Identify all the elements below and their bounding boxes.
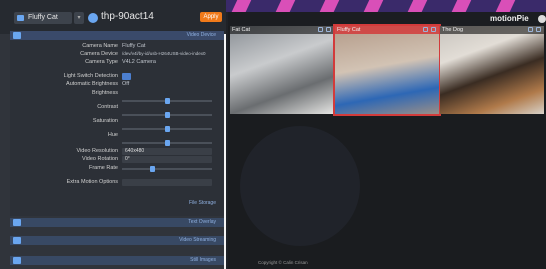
text-icon [13,219,21,226]
field-label: Camera Name [82,43,118,49]
light-switch-row: Light Switch Detection [10,73,224,81]
decorative-stripes [170,0,546,12]
auto-brightness-row: Automatic Brightness Off [10,81,224,89]
brightness-row: Brightness [10,90,224,98]
section-text-overlay[interactable]: Text Overlay [10,218,224,227]
video-resolution-select[interactable]: 640x480 [122,148,212,155]
chevron-down-icon[interactable]: ▾ [74,12,84,24]
light-switch-toggle[interactable] [122,73,131,80]
camera-select[interactable]: Fluffy Cat [14,12,72,24]
section-label: Text Overlay [188,219,216,225]
camera-frame-fat-cat[interactable]: Fat Cat [230,26,334,114]
frame-rate-slider[interactable] [122,166,212,172]
saturation-row: Saturation [10,118,224,126]
settings-icon[interactable] [536,27,541,32]
video-resolution-row: Video Resolution 640x480 [10,148,224,156]
camera-icon [13,32,21,39]
contrast-row: Contrast [10,104,224,112]
camera-frame-bar: The Dog [440,26,544,34]
auto-brightness-value[interactable]: Off [122,81,129,87]
camera-device-value: /dev/v4l/by-id/usb-H264USB-video-index0 [122,51,206,56]
camera-name-input[interactable]: Fluffy Cat [122,43,145,49]
settings-topbar: Fluffy Cat ▾ thp-90act14 [0,0,226,34]
settings-icon[interactable] [326,27,331,32]
stream-icon [13,237,21,244]
field-label: Brightness [92,90,118,96]
fullscreen-icon[interactable] [528,27,533,32]
globe-icon [88,13,98,23]
extra-motion-row: Extra Motion Options [10,179,224,187]
section-label: Video Device [186,32,216,38]
settings-icon[interactable] [431,27,436,32]
copyright-text: Copyright © Calin Crisan [258,260,308,265]
field-label: Light Switch Detection [63,73,118,79]
section-label: Video Streaming [179,237,216,243]
apply-button[interactable]: Apply [200,12,222,22]
hue-row: Hue [10,132,224,140]
video-rotation-select[interactable]: 0° [122,156,212,163]
field-label: Frame Rate [88,165,118,171]
section-label: Still Images [190,257,216,263]
saturation-slider[interactable] [122,126,212,132]
image-icon [13,257,21,264]
camera-type-value: V4L2 Camera [122,59,156,65]
motionpie-window: motionPie Fluffy Cat ▾ thp-90act14 Apply… [0,0,546,269]
camera-select-value: Fluffy Cat [28,14,58,21]
contrast-slider[interactable] [122,112,212,118]
camera-frame-the-dog[interactable]: The Dog [440,26,544,114]
camera-name: Fat Cat [232,27,251,33]
file-storage-toggle[interactable]: File Storage [10,199,224,207]
field-label: Saturation [92,118,118,124]
video-rotation-row: Video Rotation 0° [10,156,224,164]
camera-name: The Dog [442,27,464,33]
section-video-device[interactable]: Video Device [10,31,224,40]
fullscreen-icon[interactable] [423,27,428,32]
camera-type-row: Camera Type V4L2 Camera [10,59,224,67]
field-label: Camera Device [80,51,118,57]
settings-panel: Fluffy Cat ▾ thp-90act14 Apply Video Dev… [0,0,226,269]
brightness-slider[interactable] [122,98,212,104]
brand-title: motionPie [490,14,529,23]
field-label: Automatic Brightness [66,81,118,87]
camera-name: Fluffy Cat [337,27,361,33]
extra-motion-input[interactable] [122,179,212,186]
settings-icon[interactable] [538,15,546,23]
slider-knob[interactable] [164,140,170,146]
camera-grid: Fat Cat Fluffy Cat The Dog Copyright © C… [228,24,546,269]
slider-track [122,168,212,170]
field-label: Video Rotation [82,156,118,162]
fullscreen-icon[interactable] [318,27,323,32]
field-label: Contrast [97,104,118,110]
section-still-images[interactable]: Still Images [10,256,224,265]
camera-device-row: Camera Device /dev/v4l/by-id/usb-H264USB… [10,51,224,59]
video-device-form: Camera Name Fluffy Cat Camera Device /de… [10,40,224,216]
slider-knob[interactable] [150,166,156,172]
camera-frame-bar: Fluffy Cat [335,26,439,34]
device-address: thp-90act14 [101,11,154,22]
field-label: Extra Motion Options [66,179,118,185]
field-label: Camera Type [85,59,118,65]
field-label: Hue [107,132,118,138]
camera-frame-bar: Fat Cat [230,26,334,34]
background-logo [240,126,360,246]
camera-icon [17,15,24,21]
section-video-streaming[interactable]: Video Streaming [10,236,224,245]
hue-slider[interactable] [122,140,212,146]
field-label: Video Resolution [76,148,118,154]
section-label: File Storage [189,200,216,206]
camera-name-row: Camera Name Fluffy Cat [10,43,224,51]
camera-frame-fluffy-cat[interactable]: Fluffy Cat [333,24,441,116]
